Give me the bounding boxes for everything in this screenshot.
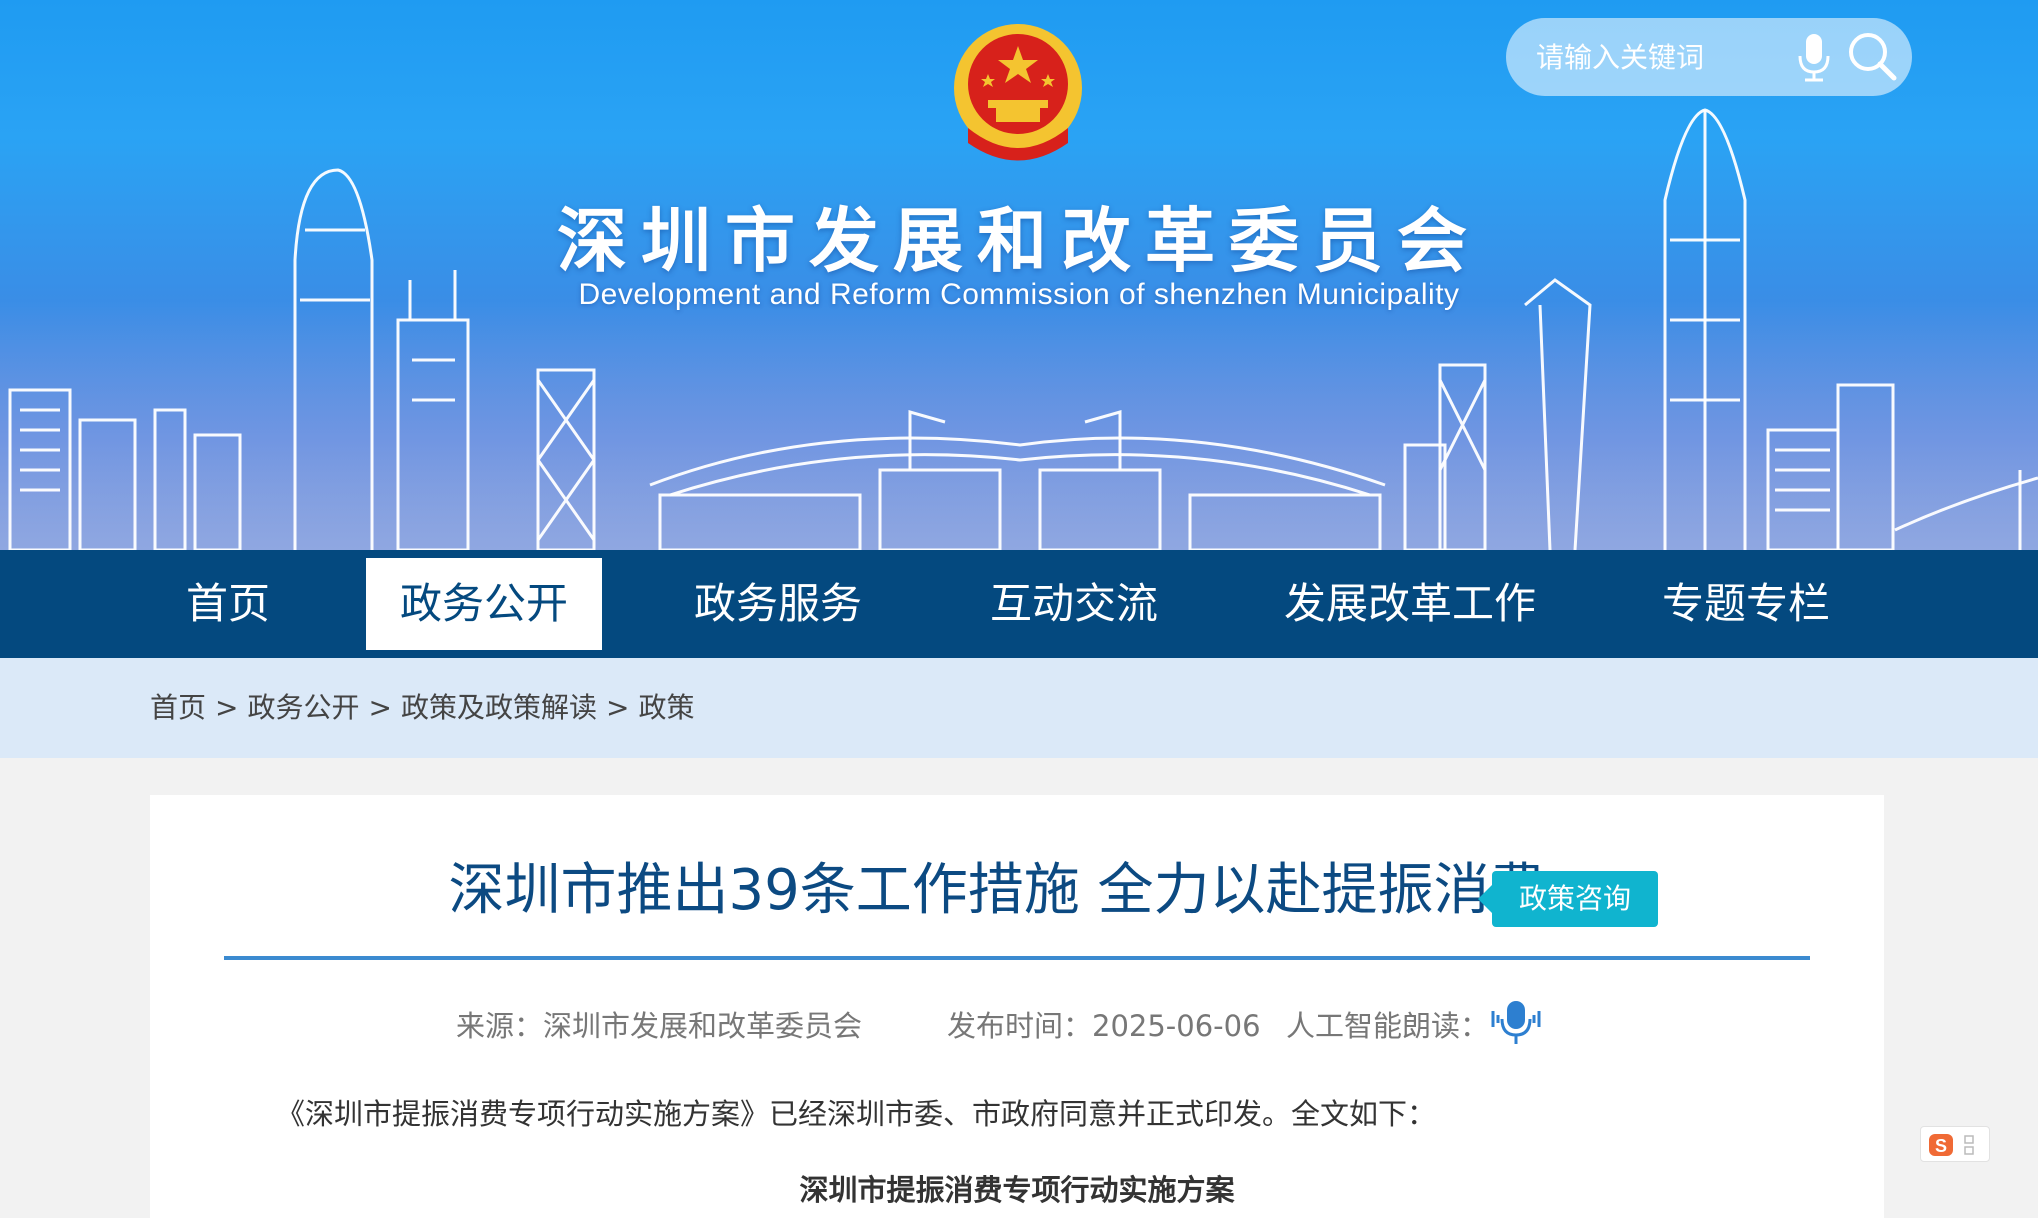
article-title-text: 深圳市推出39条工作措施 全力以赴提振消费 [448, 858, 1546, 923]
nav-item-home[interactable]: 首页 [168, 558, 288, 650]
national-emblem-icon [954, 24, 1082, 161]
article-publish-time: 发布时间：2025-06-06 [947, 1009, 1261, 1043]
site-subtitle: Development and Reform Commission of she… [578, 278, 1460, 311]
header-banner: 深圳市发展和改革委员会 Development and Reform Commi… [0, 0, 2038, 550]
search-box [1506, 18, 1912, 96]
nav-item-interaction[interactable]: 互动交流 [976, 558, 1172, 650]
breadcrumb-gov-affairs-open[interactable]: 政务公开 [247, 691, 359, 724]
article-card: 深圳市推出39条工作措施 全力以赴提振消费 政策咨询 来源：深圳市发展和改革委员… [150, 795, 1884, 1218]
breadcrumb-separator: > [215, 691, 239, 724]
breadcrumb-separator: > [605, 691, 630, 724]
ime-widget[interactable]: S [1920, 1126, 1990, 1162]
site-title: 深圳市发展和改革委员会 [557, 200, 1481, 282]
title-divider [224, 956, 1810, 960]
article-source: 来源：深圳市发展和改革委员会 [456, 1009, 863, 1043]
search-icon[interactable] [1846, 30, 1898, 82]
nav-item-gov-services[interactable]: 政务服务 [680, 558, 876, 650]
breadcrumb: 首页 > 政务公开 > 政策及政策解读 > 政策 [150, 658, 694, 758]
breadcrumb-policy-interpretation[interactable]: 政策及政策解读 [401, 691, 597, 724]
policy-consult-badge[interactable]: 政策咨询 [1478, 871, 1658, 927]
breadcrumb-bar: 首页 > 政务公开 > 政策及政策解读 > 政策 [0, 658, 2038, 758]
main-nav: 首页 政务公开 政务服务 互动交流 发展改革工作 专题专栏 [0, 550, 2038, 658]
nav-item-reform-work[interactable]: 发展改革工作 [1270, 558, 1550, 650]
document-heading: 深圳市提振消费专项行动实施方案 [799, 1173, 1235, 1207]
speaker-icon[interactable] [1488, 997, 1544, 1047]
ai-read-label: 人工智能朗读： [1286, 1009, 1490, 1043]
breadcrumb-home[interactable]: 首页 [150, 691, 206, 724]
breadcrumb-policy[interactable]: 政策 [638, 691, 694, 724]
nav-item-special-topics[interactable]: 专题专栏 [1648, 558, 1844, 650]
microphone-icon[interactable] [1796, 32, 1832, 82]
article-meta: 来源：深圳市发展和改革委员会 发布时间：2025-06-06 人工智能朗读： [150, 991, 1884, 1051]
breadcrumb-separator: > [368, 691, 392, 724]
article-intro: 《深圳市提振消费专项行动实施方案》已经深圳市委、市政府同意并正式印发。全文如下： [276, 1097, 1437, 1131]
ime-icon: S [1929, 1134, 1974, 1156]
search-input[interactable] [1534, 39, 1784, 75]
svg-text:S: S [1935, 1136, 1947, 1156]
nav-item-gov-affairs-open[interactable]: 政务公开 [366, 558, 602, 650]
